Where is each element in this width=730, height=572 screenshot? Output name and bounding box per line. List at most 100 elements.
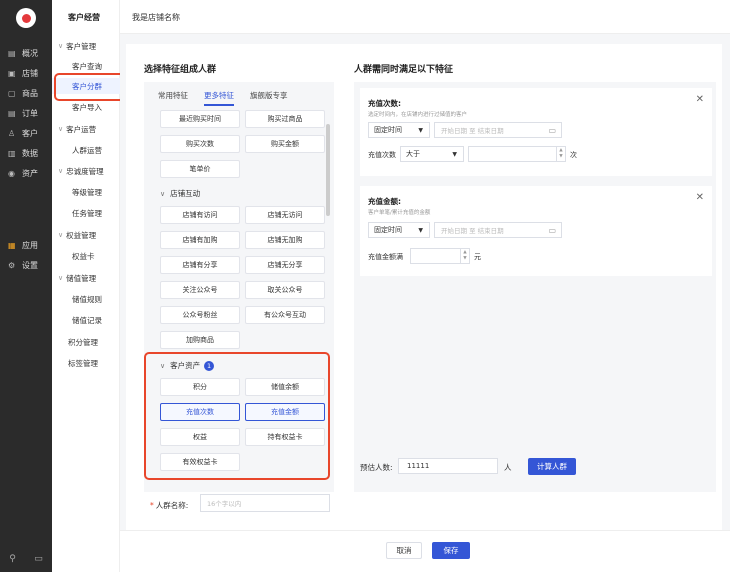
subnav-group-operation[interactable]: ∨ 客户运营 [52, 121, 120, 137]
nav-settings[interactable]: ⚙ 设置 [0, 256, 52, 274]
subnav-label: 客户导入 [72, 102, 102, 112]
nav-assets[interactable]: ◉ 资产 [0, 164, 52, 182]
chip-store-not-shared[interactable]: 店铺无分享 [245, 256, 325, 274]
nav-label: 订单 [22, 108, 38, 118]
subnav-item-tags[interactable]: 标签管理 [52, 355, 120, 371]
subnav-label: 储值记录 [72, 315, 102, 325]
condition-desc: 客户单笔/累计充值的金额 [368, 210, 431, 216]
tab-common[interactable]: 常用特征 [158, 82, 188, 108]
estimate-label: 预估人数: [360, 463, 393, 472]
nav-goods[interactable]: ▢ 商品 [0, 84, 52, 102]
subnav-label: 储值管理 [66, 273, 97, 283]
time-type-select[interactable]: 固定时间 ▼ [368, 122, 430, 138]
group-store-interaction[interactable]: ∨ 店铺互动 [160, 188, 200, 199]
operator-select[interactable]: 大于 ▼ [400, 146, 464, 162]
nav-customers[interactable]: ♙ 客户 [0, 124, 52, 142]
chip-purchase-amount[interactable]: 购买金额 [245, 135, 325, 153]
required-mark: * [150, 501, 154, 510]
chip-store-not-visited[interactable]: 店铺无访问 [245, 206, 325, 224]
highlight-annotation [144, 352, 330, 480]
subnav-item-level[interactable]: 等级管理 [52, 184, 120, 200]
end-date-placeholder: 结束日期 [477, 227, 504, 235]
save-button[interactable]: 保存 [432, 542, 470, 559]
data-icon: ▥ [8, 148, 16, 158]
subnav-label: 权益卡 [72, 251, 95, 261]
scrollbar[interactable] [326, 124, 330, 216]
nav-bottom-tools: ⚲ ▭ [0, 554, 52, 564]
crowd-name-input[interactable]: 16个字以内 [200, 494, 330, 512]
tab-flagship[interactable]: 旗舰版专享 [250, 82, 288, 108]
chip-unit-price[interactable]: 笔单价 [160, 160, 240, 178]
label-text: 人群名称: [155, 501, 189, 510]
chip-store-shared[interactable]: 店铺有分享 [160, 256, 240, 274]
subnav-item-import[interactable]: 客户导入 [52, 99, 120, 115]
subnav-group-loyalty[interactable]: ∨ 忠诚度管理 [52, 163, 120, 179]
search-icon[interactable]: ⚲ [9, 554, 16, 564]
subnav-item-rights-card[interactable]: 权益卡 [52, 248, 120, 264]
date-range-picker[interactable]: 开始日期 至 结束日期 ▭ [434, 222, 562, 238]
subnav-label: 忠诚度管理 [66, 166, 104, 176]
chip-purchase-count[interactable]: 购买次数 [160, 135, 240, 153]
subnav-item-crowd-ops[interactable]: 人群运营 [52, 142, 120, 158]
subnav-item-points[interactable]: 积分管理 [52, 334, 120, 350]
nav-label: 数据 [22, 148, 38, 158]
primary-nav: ▤ 概况 ▣ 店铺 ▢ 商品 ▤ 订单 ♙ 客户 ▥ 数据 ◉ 资产 ▦ 应用 ⚙ 设置 ⚲ ▭ [0, 0, 52, 572]
date-range-picker[interactable]: 开始日期 至 结束日期 ▭ [434, 122, 562, 138]
stepper-icon[interactable]: ▲ ▼ [556, 147, 565, 161]
cancel-button[interactable]: 取消 [386, 542, 422, 559]
chip-account-interaction[interactable]: 有公众号互动 [245, 306, 325, 324]
logo-mark [21, 13, 31, 23]
chat-icon[interactable]: ▭ [34, 554, 43, 564]
tab-more[interactable]: 更多特征 [204, 82, 234, 108]
close-icon[interactable]: ✕ [696, 192, 704, 203]
subnav-item-query[interactable]: 客户查询 [52, 58, 120, 74]
chip-unfollow-account[interactable]: 取关公众号 [245, 281, 325, 299]
caret-down-icon: ▼ [452, 150, 457, 158]
subnav-group-stored-value[interactable]: ∨ 储值管理 [52, 270, 120, 286]
estimate-count-field: 11111 [398, 458, 498, 474]
nav-label: 应用 [22, 240, 38, 250]
chip-purchased-goods[interactable]: 购买过商品 [245, 110, 325, 128]
chip-recent-purchase[interactable]: 最近购买时间 [160, 110, 240, 128]
calculate-crowd-button[interactable]: 计算人群 [528, 458, 576, 475]
subnav-label: 标签管理 [68, 358, 98, 368]
time-type-select[interactable]: 固定时间 ▼ [368, 222, 430, 238]
field-label: 充值次数 [368, 151, 396, 159]
app-logo[interactable] [16, 8, 36, 28]
chip-store-added-cart[interactable]: 店铺有加购 [160, 231, 240, 249]
nav-apps[interactable]: ▦ 应用 [0, 236, 52, 254]
condition-panel: 充值次数: 选定时间内，在店铺内进行过储值的客户 ✕ 固定时间 ▼ 开始日期 至 … [354, 82, 716, 492]
chip-cart-goods[interactable]: 加购商品 [160, 331, 240, 349]
crowd-name-label: * 人群名称: [150, 500, 188, 511]
subnav-label: 任务管理 [72, 208, 102, 218]
subnav-item-task[interactable]: 任务管理 [52, 205, 120, 221]
chevron-down-icon: ∨ [58, 167, 64, 175]
nav-orders[interactable]: ▤ 订单 [0, 104, 52, 122]
stepper-icon[interactable]: ▲ ▼ [460, 249, 469, 263]
chevron-down-icon: ∨ [58, 231, 64, 239]
close-icon[interactable]: ✕ [696, 94, 704, 105]
condition-recharge-count: 充值次数: 选定时间内，在店铺内进行过储值的客户 ✕ 固定时间 ▼ 开始日期 至 … [360, 88, 712, 176]
subnav-label: 权益管理 [66, 230, 97, 240]
condition-title: 充值次数: [368, 99, 401, 108]
nav-overview[interactable]: ▤ 概况 [0, 44, 52, 62]
select-value: 固定时间 [374, 126, 402, 134]
count-input[interactable]: ▲ ▼ [468, 146, 566, 162]
chip-account-fans[interactable]: 公众号粉丝 [160, 306, 240, 324]
amount-input[interactable]: ▲ ▼ [410, 248, 470, 264]
group-label: 店铺互动 [170, 189, 201, 198]
chip-store-no-cart[interactable]: 店铺无加购 [245, 231, 325, 249]
nav-data[interactable]: ▥ 数据 [0, 144, 52, 162]
subnav-item-sv-rules[interactable]: 储值规则 [52, 291, 120, 307]
goods-icon: ▢ [8, 88, 16, 98]
nav-store[interactable]: ▣ 店铺 [0, 64, 52, 82]
subnav-group-customer-mgmt[interactable]: ∨ 客户管理 [52, 38, 120, 54]
chip-follow-account[interactable]: 关注公众号 [160, 281, 240, 299]
nav-label: 店铺 [22, 68, 38, 78]
field-label: 充值金额满 [368, 253, 403, 261]
subnav-item-sv-records[interactable]: 储值记录 [52, 312, 120, 328]
unit-label: 元 [474, 253, 481, 261]
subnav-group-rights[interactable]: ∨ 权益管理 [52, 227, 120, 243]
store-name: 我是店铺名称 [132, 13, 180, 22]
chip-store-visited[interactable]: 店铺有访问 [160, 206, 240, 224]
